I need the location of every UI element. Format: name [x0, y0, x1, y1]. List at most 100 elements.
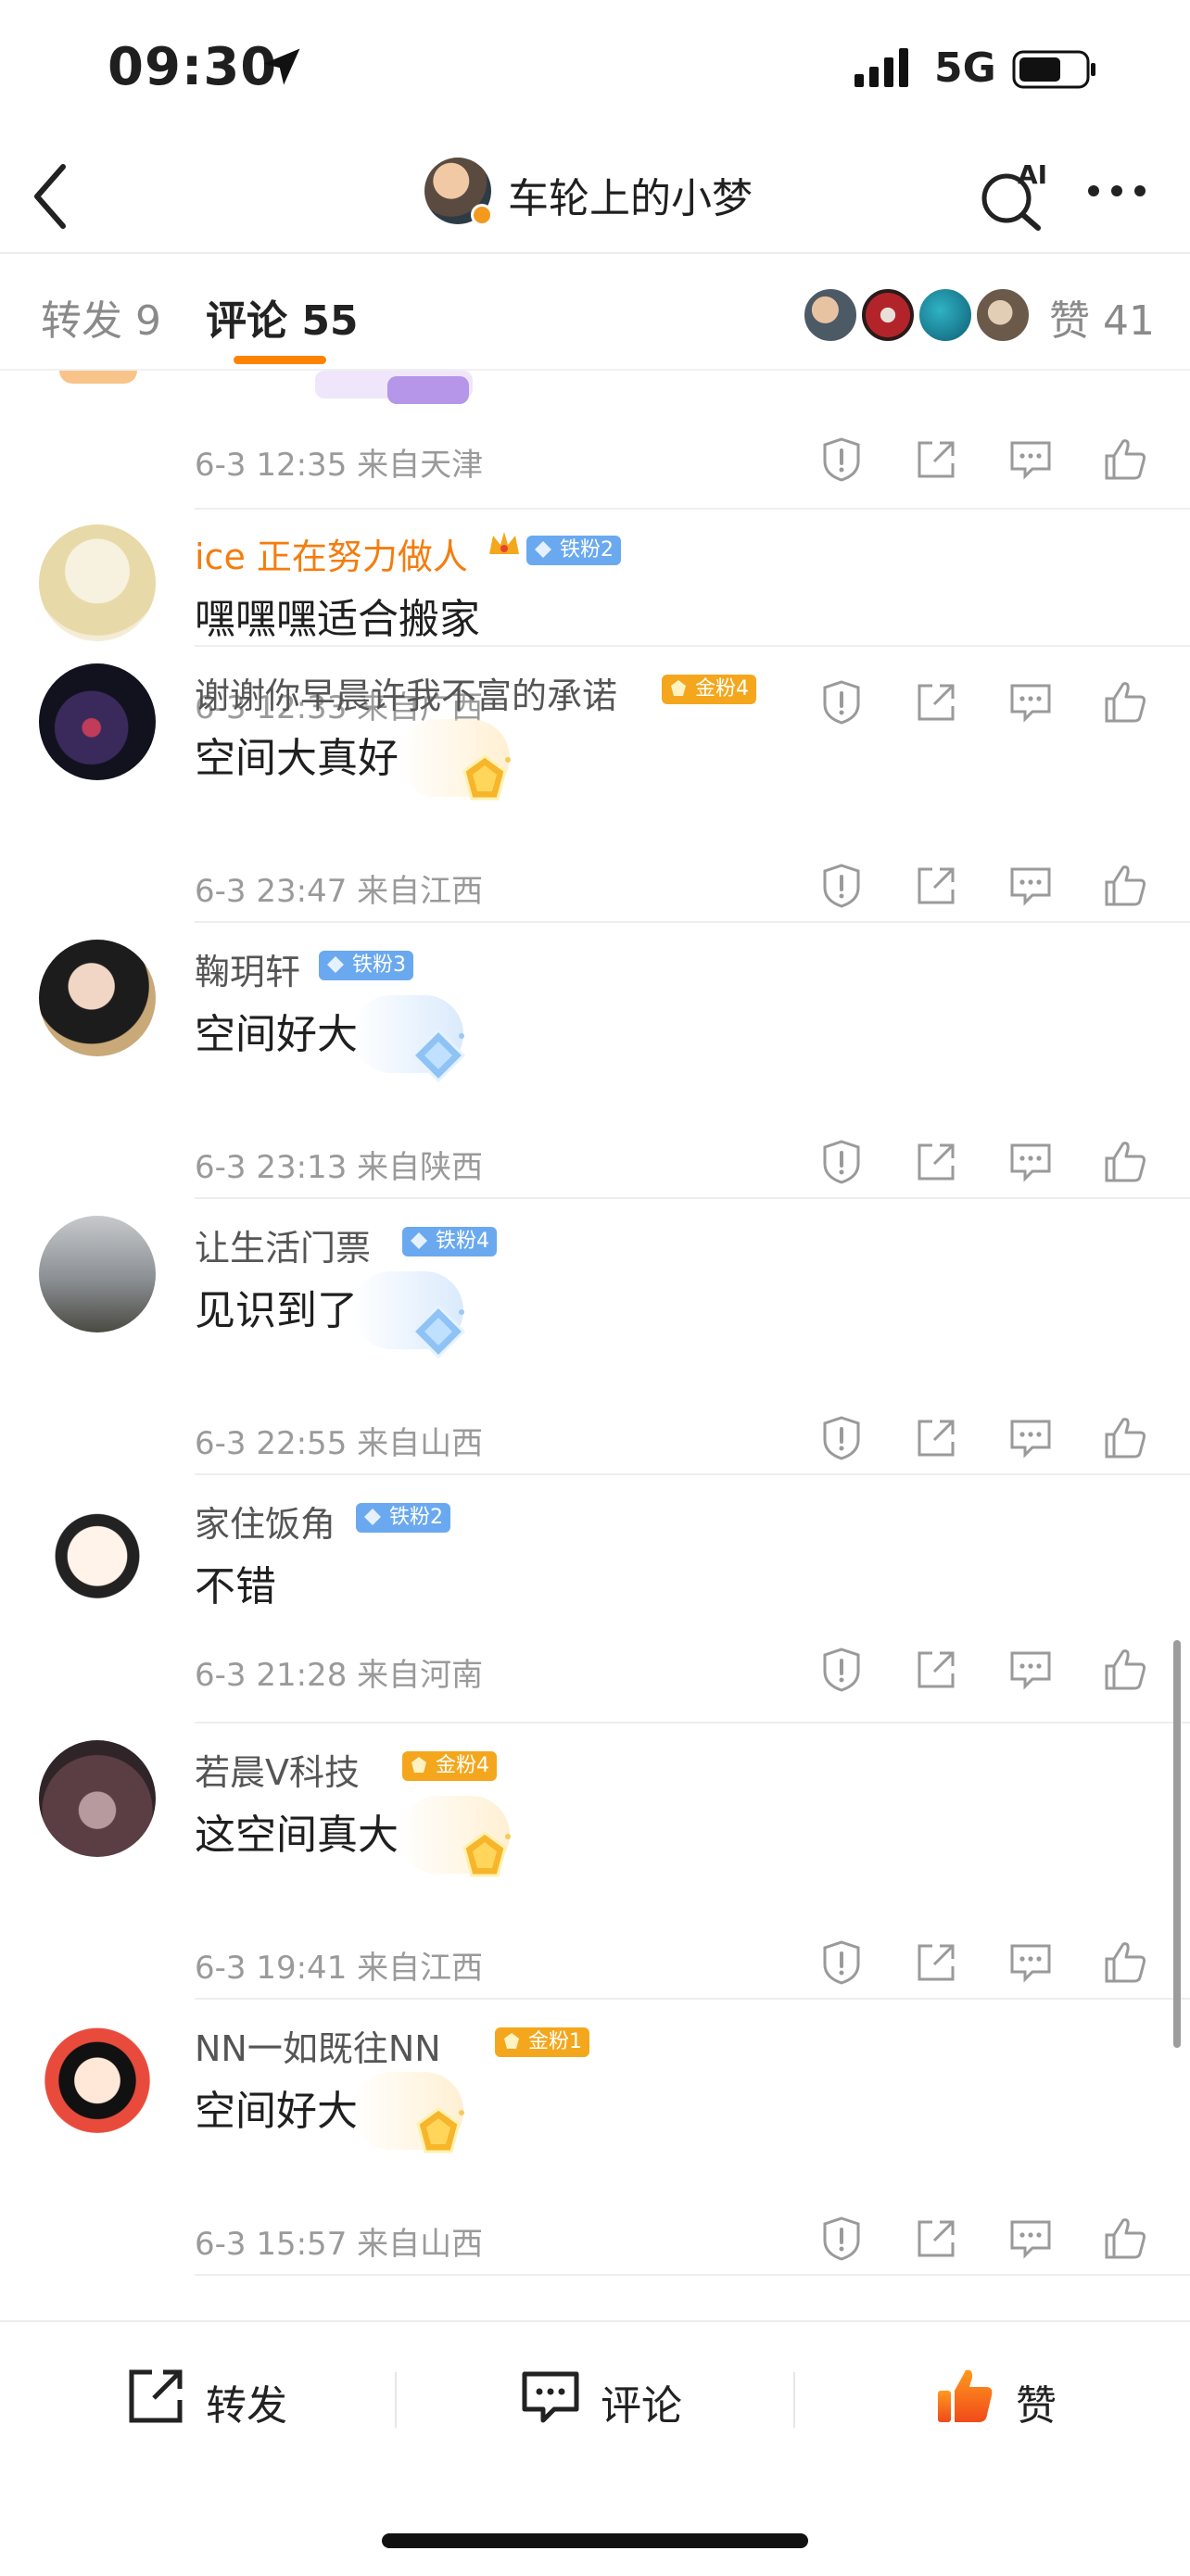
- active-tab-indicator: [234, 356, 326, 364]
- reply-icon[interactable]: [1005, 1937, 1057, 1989]
- network-type: 5G: [934, 44, 996, 92]
- commenter-avatar[interactable]: [39, 663, 156, 780]
- comment-meta: 6-3 23:13 来自陕西: [195, 1149, 484, 1186]
- comment-list[interactable]: ice 正在努力做人 铁粉2 嘿嘿嘿适合搬家 6-3 12:33 来自广西 谢谢你早晨许…: [0, 371, 1190, 2320]
- like-icon[interactable]: [1099, 434, 1151, 486]
- report-icon[interactable]: [816, 1412, 867, 1464]
- like-icon[interactable]: [1099, 1136, 1151, 1188]
- report-icon[interactable]: [816, 860, 867, 912]
- comment-text[interactable]: 空间好大: [195, 2077, 358, 2137]
- comment-item[interactable]: 谢谢你早晨许我不富的承诺 金粉4 空间大真好 6-3 23:47 来自江西: [0, 647, 1190, 923]
- fan-badge-label: 金粉1: [528, 2030, 582, 2053]
- forward-label: 转发: [206, 2382, 287, 2430]
- ai-label: AI: [1018, 159, 1047, 190]
- share-icon[interactable]: [910, 1937, 962, 1989]
- fan-badge-label: 铁粉2: [389, 1506, 443, 1529]
- fan-badge-label: 金粉4: [695, 677, 749, 701]
- avatar: [59, 371, 137, 384]
- iron-fan-icon: [411, 1028, 466, 1083]
- like-icon[interactable]: [1099, 1412, 1151, 1464]
- bar-divider: [395, 2372, 397, 2428]
- fan-badge: 铁粉2: [356, 1503, 450, 1533]
- commenter-name[interactable]: 谢谢你早晨许我不富的承诺: [195, 667, 617, 718]
- tab-comment[interactable]: 评论 55: [206, 287, 1190, 347]
- ai-search-icon[interactable]: AI: [975, 158, 1049, 232]
- gold-fan-icon: [462, 754, 511, 801]
- comment-item[interactable]: 让生活门票 铁粉4 见识到了 6-3 22:55 来自山西: [0, 1199, 1190, 1475]
- tab-likes[interactable]: 赞 41: [1049, 287, 1155, 347]
- back-arrow-icon[interactable]: [28, 159, 74, 234]
- commenter-avatar[interactable]: [39, 2016, 156, 2133]
- commenter-avatar[interactable]: [39, 1216, 156, 1332]
- comment-meta: 6-3 12:35 来自天津: [195, 447, 484, 484]
- more-icon[interactable]: [1084, 180, 1149, 202]
- gold-gem-icon: [504, 2033, 519, 2049]
- comment-item[interactable]: 家住饭角 铁粉2 不错 6-3 21:28 来自河南: [0, 1475, 1190, 1724]
- comment-item[interactable]: NN一如既往NN 金粉1 空间好大 6-3 15:57 来自山西: [0, 2000, 1190, 2276]
- comment-item[interactable]: ice 正在努力做人 铁粉2 嘿嘿嘿适合搬家 6-3 12:33 来自广西: [0, 508, 1190, 726]
- liker-avatar: [975, 287, 1031, 343]
- scrollbar[interactable]: [1173, 1640, 1181, 2048]
- comment-text[interactable]: 这空间真大: [195, 1801, 399, 1861]
- reply-icon[interactable]: [1005, 434, 1057, 486]
- gold-fan-icon: [416, 2107, 464, 2153]
- comment-divider: [195, 508, 1190, 510]
- like-icon[interactable]: [1099, 1644, 1151, 1696]
- share-icon[interactable]: [910, 860, 962, 912]
- report-icon[interactable]: [816, 1136, 867, 1188]
- comment-text[interactable]: 不错: [195, 1553, 276, 1612]
- comment-text[interactable]: 空间大真好: [195, 725, 399, 784]
- comment-meta: 6-3 22:55 来自山西: [195, 1425, 484, 1462]
- reply-icon[interactable]: [1005, 1136, 1057, 1188]
- share-icon[interactable]: [910, 1136, 962, 1188]
- gold-fan-icon: [462, 1831, 511, 1877]
- report-icon[interactable]: [816, 1937, 867, 1989]
- commenter-avatar[interactable]: [39, 524, 156, 641]
- share-icon[interactable]: [910, 2213, 962, 2265]
- commenter-name[interactable]: 鞠玥轩: [195, 943, 300, 994]
- reply-icon[interactable]: [1005, 1412, 1057, 1464]
- comment-actions: [816, 1937, 1149, 1989]
- share-icon[interactable]: [910, 434, 962, 486]
- home-indicator[interactable]: [382, 2533, 808, 2548]
- forward-icon: [129, 2369, 183, 2423]
- fan-badge: 铁粉3: [319, 951, 413, 980]
- bar-divider: [793, 2372, 795, 2428]
- report-icon[interactable]: [816, 2213, 867, 2265]
- fan-badge-label: 铁粉3: [352, 953, 406, 977]
- comment-text[interactable]: 见识到了: [195, 1277, 358, 1336]
- comment-text[interactable]: 空间好大: [195, 1001, 358, 1060]
- commenter-avatar[interactable]: [39, 1492, 156, 1609]
- like-icon[interactable]: [1099, 860, 1151, 912]
- commenter-name[interactable]: NN一如既往NN: [195, 2020, 441, 2071]
- like-icon[interactable]: [1099, 1937, 1151, 1989]
- commenter-avatar[interactable]: [39, 940, 156, 1056]
- fan-badge: 金粉1: [495, 2027, 589, 2057]
- like-icon[interactable]: [1099, 2213, 1151, 2265]
- like-label: 赞: [1016, 2382, 1057, 2430]
- report-icon[interactable]: [816, 1644, 867, 1696]
- commenter-name[interactable]: 若晨Ⅴ科技: [195, 1744, 360, 1795]
- commenter-avatar[interactable]: [39, 1740, 156, 1857]
- report-icon[interactable]: [816, 434, 867, 486]
- tab-forward[interactable]: 转发 9: [41, 287, 161, 347]
- comment-meta: 6-3 23:47 来自江西: [195, 873, 484, 910]
- share-icon[interactable]: [910, 1644, 962, 1696]
- share-icon[interactable]: [910, 1412, 962, 1464]
- comment-item[interactable]: 若晨Ⅴ科技 金粉4 这空间真大 6-3 19:41 来自江西: [0, 1724, 1190, 2000]
- commenter-name[interactable]: 让生活门票: [195, 1219, 371, 1270]
- commenter-name[interactable]: ice 正在努力做人: [195, 528, 468, 579]
- comment-item[interactable]: 鞠玥轩 铁粉3 空间好大 6-3 23:13 来自陕西: [0, 923, 1190, 1199]
- comment-icon: [522, 2371, 579, 2423]
- reply-icon[interactable]: [1005, 1644, 1057, 1696]
- reply-icon[interactable]: [1005, 860, 1057, 912]
- cellular-signal-icon: [855, 48, 908, 87]
- verified-icon: [471, 204, 493, 226]
- fan-badge-label: 铁粉4: [436, 1230, 489, 1253]
- author-avatar[interactable]: [424, 158, 493, 226]
- reply-icon[interactable]: [1005, 2213, 1057, 2265]
- bottom-action-bar: 转发 评论 赞: [0, 2320, 1190, 2576]
- author-name[interactable]: 车轮上的小梦: [508, 165, 753, 224]
- comment-text[interactable]: 嘿嘿嘿适合搬家: [195, 586, 480, 645]
- commenter-name[interactable]: 家住饭角: [195, 1496, 335, 1547]
